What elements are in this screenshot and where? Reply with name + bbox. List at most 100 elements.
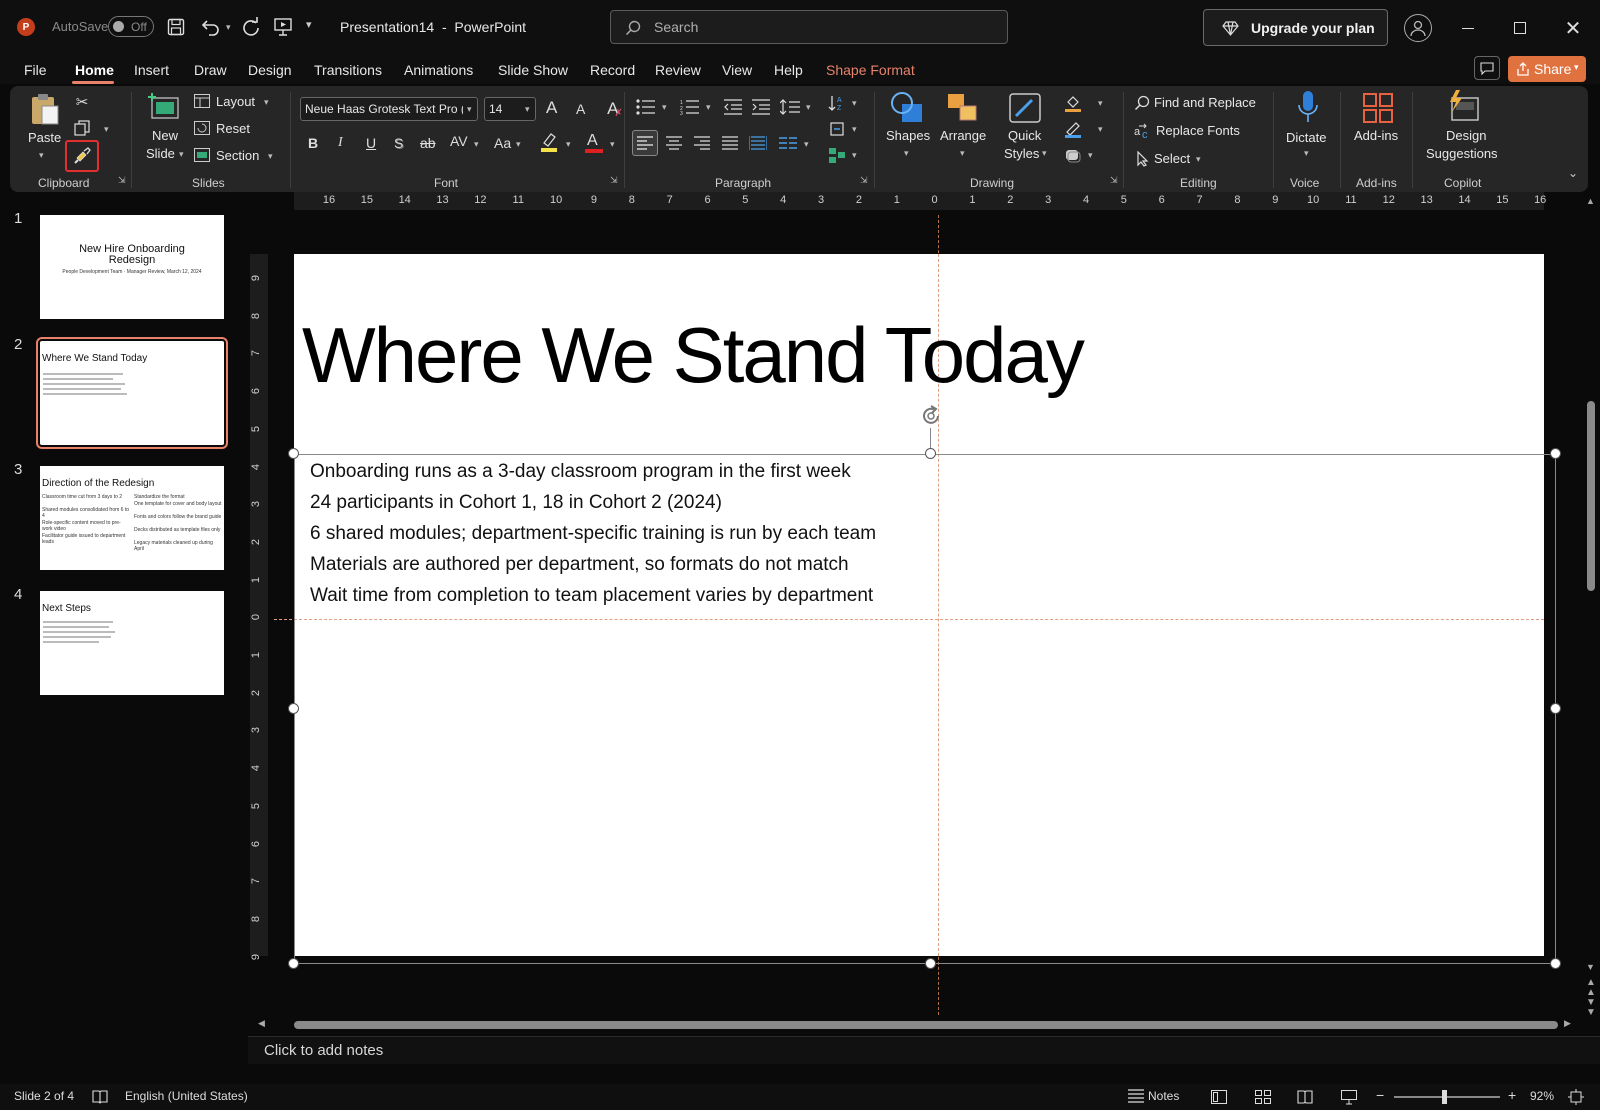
next-slide-icon[interactable]: ▼ ▼ [1586, 998, 1596, 1018]
vertical-scroll-thumb[interactable] [1587, 401, 1595, 591]
tab-animations[interactable]: Animations [404, 62, 473, 78]
zoom-level[interactable]: 92% [1530, 1089, 1554, 1103]
maximize-icon[interactable] [1510, 18, 1530, 38]
reset-button[interactable]: Reset [194, 119, 264, 139]
align-right-icon[interactable] [690, 130, 714, 156]
scroll-left-icon[interactable]: ◀ [258, 1018, 265, 1029]
quick-styles-button[interactable]: Quick Styles ▾ [1000, 90, 1054, 168]
slide-thumbnail-3[interactable]: Direction of the Redesign Classroom time… [40, 466, 224, 570]
new-slide-dropdown-icon[interactable]: ▾ [179, 149, 184, 160]
new-slide-button[interactable]: New Slide ▾ [142, 92, 190, 166]
increase-indent-icon[interactable] [750, 96, 772, 118]
shape-effects-icon[interactable] [1062, 144, 1084, 166]
tab-help[interactable]: Help [774, 62, 803, 78]
minimize-icon[interactable] [1458, 18, 1478, 38]
horizontal-scrollbar[interactable]: ◀ ▶ [258, 1018, 1574, 1031]
align-text-icon[interactable] [826, 118, 848, 140]
tab-view[interactable]: View [722, 62, 752, 78]
rotate-handle-icon[interactable] [919, 404, 943, 428]
dictate-button[interactable]: Dictate ▾ [1282, 90, 1334, 168]
autosave-toggle[interactable]: Off [108, 16, 154, 37]
comments-icon[interactable] [1474, 56, 1500, 80]
previous-slide-icon[interactable]: ▲ ▲ [1586, 978, 1596, 998]
tab-transitions[interactable]: Transitions [314, 62, 382, 78]
notes-pane[interactable]: Click to add notes [248, 1036, 1600, 1064]
copy-icon[interactable] [72, 118, 92, 138]
slide-counter[interactable]: Slide 2 of 4 [14, 1089, 74, 1103]
clear-formatting-icon[interactable]: A ✗ [604, 98, 626, 120]
font-color-icon[interactable]: A [584, 130, 604, 154]
ribbon-collapse-icon[interactable]: ⌄ [1568, 166, 1578, 180]
bullets-icon[interactable] [634, 96, 658, 118]
select-button[interactable]: Select ▾ [1134, 148, 1234, 170]
shape-fill-icon[interactable] [1062, 92, 1084, 114]
shapes-button[interactable]: Shapes ▾ [882, 90, 934, 168]
font-launcher-icon[interactable]: ⇲ [610, 175, 618, 186]
shrink-font-icon[interactable]: A [576, 101, 585, 117]
distributed-icon[interactable] [746, 130, 770, 156]
customize-toolbar-icon[interactable]: ▾ [306, 18, 312, 31]
change-case-button[interactable]: Aa [494, 135, 511, 151]
resize-handle-top-right[interactable] [1550, 448, 1561, 459]
present-from-start-icon[interactable] [272, 16, 294, 38]
fit-to-window-icon[interactable] [1566, 1087, 1586, 1107]
decrease-indent-icon[interactable] [722, 96, 744, 118]
line-spacing-icon[interactable] [778, 96, 802, 118]
account-avatar-icon[interactable] [1404, 14, 1432, 42]
resize-handle-right[interactable] [1550, 703, 1561, 714]
resize-handle-top-left[interactable] [288, 448, 299, 459]
paste-button[interactable]: Paste ▾ [24, 92, 64, 166]
strikethrough-button[interactable]: ab [420, 135, 436, 151]
zoom-out-icon[interactable]: − [1376, 1087, 1384, 1103]
highlight-color-icon[interactable] [538, 130, 560, 154]
upgrade-plan-button[interactable]: Upgrade your plan [1203, 9, 1388, 46]
zoom-in-icon[interactable]: + [1508, 1087, 1516, 1103]
tab-slide-show[interactable]: Slide Show [498, 62, 568, 78]
share-dropdown-icon[interactable]: ▾ [1574, 62, 1579, 73]
tab-record[interactable]: Record [590, 62, 635, 78]
paste-dropdown-icon[interactable]: ▾ [39, 150, 44, 161]
align-left-icon[interactable] [632, 130, 658, 156]
search-box[interactable]: Search [610, 10, 1008, 44]
convert-smartart-icon[interactable] [826, 144, 848, 166]
reading-view-icon[interactable] [1294, 1087, 1316, 1107]
undo-icon[interactable] [200, 16, 222, 38]
drawing-launcher-icon[interactable]: ⇲ [1110, 175, 1118, 186]
tab-review[interactable]: Review [655, 62, 701, 78]
notes-toggle-button[interactable]: Notes [1128, 1086, 1184, 1106]
resize-handle-top[interactable] [925, 448, 936, 459]
grow-font-icon[interactable]: A [546, 98, 557, 118]
tab-file[interactable]: File [24, 62, 47, 78]
numbering-icon[interactable]: 123 [678, 96, 702, 118]
arrange-button[interactable]: Arrange ▾ [936, 90, 992, 168]
share-button[interactable]: Share ▾ [1508, 56, 1586, 82]
font-size-select[interactable]: 14 ▾ [484, 97, 536, 121]
text-direction-icon[interactable]: AZ [826, 92, 848, 114]
save-icon[interactable] [166, 17, 186, 37]
copy-dropdown-icon[interactable]: ▾ [104, 124, 109, 135]
slide-show-view-icon[interactable] [1338, 1087, 1360, 1107]
language-status[interactable]: English (United States) [125, 1089, 248, 1103]
italic-button[interactable]: I [338, 135, 343, 151]
columns-icon[interactable] [776, 130, 800, 156]
resize-handle-bottom-right[interactable] [1550, 958, 1561, 969]
character-spacing-button[interactable]: AV [450, 133, 468, 149]
tab-home[interactable]: Home [75, 62, 114, 78]
find-replace-button[interactable]: Find and Replace [1134, 92, 1270, 114]
underline-button[interactable]: U [366, 135, 376, 151]
normal-view-icon[interactable] [1208, 1087, 1230, 1107]
resize-handle-bottom[interactable] [925, 958, 936, 969]
align-center-icon[interactable] [662, 130, 686, 156]
horizontal-scroll-thumb[interactable] [294, 1021, 1558, 1029]
zoom-slider-thumb[interactable] [1442, 1090, 1447, 1104]
vertical-scrollbar[interactable]: ▲ ▼ [1584, 196, 1598, 976]
slide-thumbnail-4[interactable]: Next Steps [40, 591, 224, 695]
slide-sorter-view-icon[interactable] [1252, 1087, 1274, 1107]
slide-title[interactable]: Where We Stand Today [302, 310, 1085, 400]
shape-outline-icon[interactable] [1062, 118, 1084, 140]
tab-shape-format[interactable]: Shape Format [826, 62, 915, 78]
design-suggestions-button[interactable]: Design Suggestions [1420, 90, 1506, 170]
scroll-down-icon[interactable]: ▼ [1586, 962, 1595, 972]
text-shadow-button[interactable]: S [394, 135, 403, 151]
zoom-slider[interactable] [1394, 1090, 1500, 1104]
